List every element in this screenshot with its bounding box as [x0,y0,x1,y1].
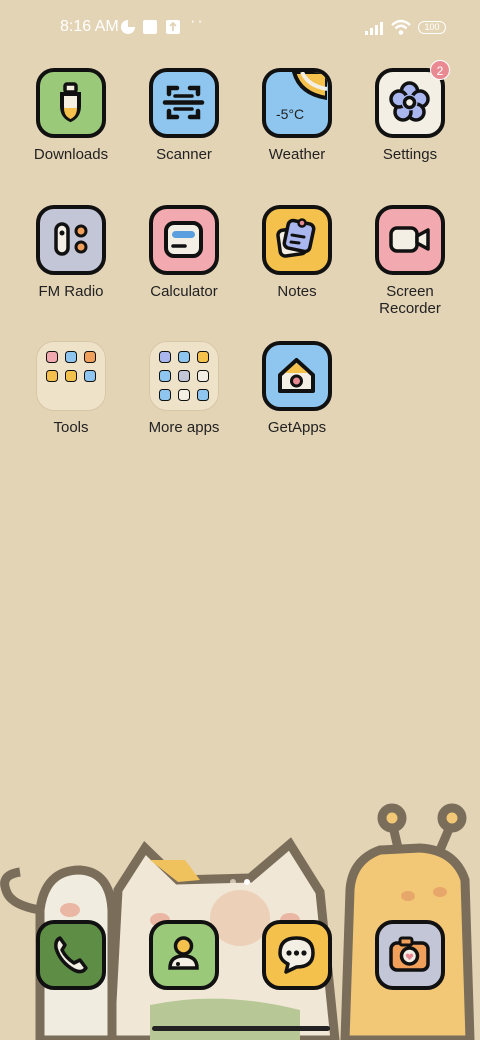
calculator-icon [149,205,219,275]
mini-app-icon [84,370,96,382]
app-label: FM Radio [38,283,104,300]
app-label: Weather [268,146,326,163]
square-icon [143,20,157,34]
mini-app-icon [159,370,171,382]
signal-icon [365,22,383,35]
notes-icon [262,205,332,275]
screen-recorder-icon [375,205,445,275]
mini-app-icon [197,370,209,382]
contacts-icon [149,920,219,990]
getapps-icon [262,341,332,411]
home-indicator[interactable] [152,1026,330,1031]
app-label: Tools [53,419,89,436]
camera-icon [375,920,445,990]
app-label: Notes [277,283,317,300]
mini-app-icon [178,370,190,382]
app-label: GetApps [267,419,327,436]
mini-app-icon [65,351,77,363]
mini-app-icon [84,351,96,363]
status-bar: 8:16 AM ·· 100 [0,0,480,56]
app-label: Screen Recorder [379,283,441,317]
battery-indicator: 100 [418,21,446,34]
more-notifications-indicator: ·· [190,13,205,30]
notification-badge: 2 [430,60,450,80]
downloads-icon [36,68,106,138]
mini-app-icon [159,351,171,363]
app-label: Settings [382,146,438,163]
mini-app-icon [197,351,209,363]
scanner-icon [149,68,219,138]
more-apps-folder-icon [149,341,219,411]
mini-app-icon [178,389,190,401]
mini-app-icon [46,370,58,382]
status-time: 8:16 AM [60,18,119,35]
pinwheel-icon [121,20,135,34]
weather-icon: -5°C [262,68,332,138]
mini-app-icon [197,389,209,401]
app-label: Scanner [156,146,212,163]
app-label: Calculator [150,283,218,300]
phone-icon [36,920,106,990]
mini-app-icon [178,351,190,363]
page-dot-2[interactable] [244,879,250,885]
upload-box-icon [166,20,180,34]
mini-app-icon [159,389,171,401]
messages-icon [262,920,332,990]
wifi-icon [391,19,411,35]
tools-folder-icon [36,341,106,411]
fm-radio-icon [36,205,106,275]
app-label: Downloads [33,146,109,163]
page-dot-1[interactable] [230,879,236,885]
app-label: More apps [148,419,220,436]
mini-app-icon [65,370,77,382]
weather-temperature: -5°C [276,106,305,122]
mini-app-icon [46,351,58,363]
